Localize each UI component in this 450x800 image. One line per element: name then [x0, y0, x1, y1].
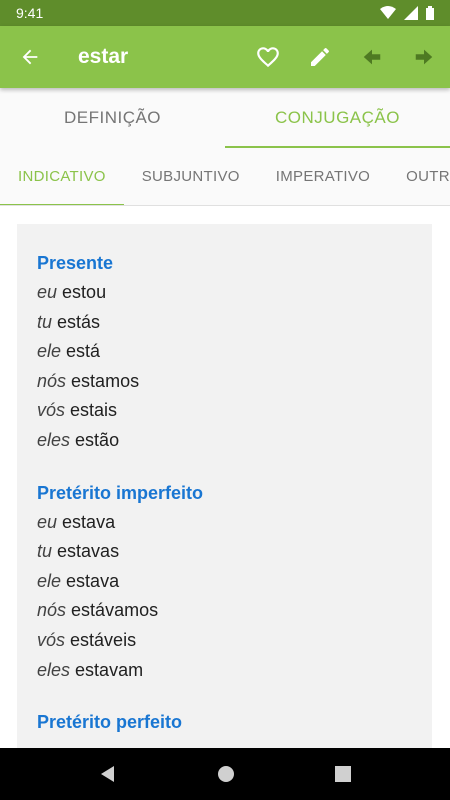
pronoun: tu	[37, 541, 53, 562]
previous-word-button[interactable]	[346, 26, 398, 88]
battery-icon	[426, 6, 434, 20]
mood-tabs: INDICATIVO SUBJUNTIVO IMPERATIVO OUTROS	[0, 148, 450, 206]
conjugation-content[interactable]: Presente eu estou tu estás ele está nós …	[0, 206, 450, 748]
pronoun: nós	[37, 600, 67, 621]
verb-form: estamos	[71, 370, 140, 391]
app-bar: estar	[0, 26, 450, 88]
verb-form: estáveis	[70, 629, 137, 650]
tense-title: Pretérito perfeito	[37, 712, 183, 733]
tab-outros[interactable]: OUTROS	[388, 148, 450, 205]
previous-arrow-icon	[363, 49, 381, 65]
conjugation-row: vós estais	[37, 396, 412, 426]
verb-form: estávamos	[71, 600, 159, 621]
system-navigation-bar	[0, 748, 450, 800]
favorite-button[interactable]	[242, 26, 294, 88]
tab-imperativo[interactable]: IMPERATIVO	[258, 148, 388, 205]
pronoun: eu	[37, 282, 58, 302]
conjugation-row: vós estáveis	[37, 626, 412, 656]
pencil-icon	[311, 47, 329, 66]
tab-indicativo[interactable]: INDICATIVO	[0, 148, 124, 205]
conjugation-row: eles estavam	[37, 656, 412, 686]
signal-icon	[404, 6, 418, 20]
tense-preterito-perfeito: Pretérito perfeito	[37, 707, 412, 737]
back-triangle-icon[interactable]	[99, 765, 117, 783]
conjugation-row: eu estou	[37, 278, 412, 308]
tense-preterito-imperfeito: Pretérito imperfeito eu estava tu estava…	[37, 478, 412, 686]
app-title: estar	[78, 45, 129, 68]
pronoun: tu	[37, 311, 53, 332]
conjugation-card: Presente eu estou tu estás ele está nós …	[17, 224, 432, 748]
pronoun: eu	[37, 511, 58, 532]
verb-form: estavas	[57, 541, 120, 562]
pronoun: eles	[37, 659, 71, 680]
edit-button[interactable]	[294, 26, 346, 88]
status-time: 9:41	[16, 5, 44, 21]
wifi-icon	[380, 6, 396, 19]
conjugation-row: ele está	[37, 337, 412, 367]
home-circle-icon[interactable]	[217, 765, 235, 783]
verb-form: estavam	[75, 659, 144, 680]
verb-form: estás	[57, 311, 101, 332]
heart-outline-icon	[257, 47, 279, 68]
tense-title: Presente	[37, 253, 114, 273]
tab-conjugacao[interactable]: CONJUGAÇÃO	[225, 88, 450, 148]
tab-definicao[interactable]: DEFINIÇÃO	[0, 88, 225, 148]
back-button[interactable]	[0, 46, 60, 68]
verb-form: estava	[62, 511, 116, 532]
next-arrow-icon	[415, 49, 433, 65]
status-icons	[380, 6, 434, 20]
conjugation-row: tu estás	[37, 308, 412, 338]
tense-presente: Presente eu estou tu estás ele está nós …	[37, 248, 412, 456]
conjugation-row: ele estava	[37, 567, 412, 597]
verb-form: estais	[70, 400, 118, 421]
conjugation-row: eu estava	[37, 508, 412, 538]
verb-form: está	[66, 341, 101, 362]
conjugation-row: tu estavas	[37, 537, 412, 567]
conjugation-row: eles estão	[37, 426, 412, 456]
recents-square-icon[interactable]	[335, 766, 351, 782]
pronoun: vós	[37, 400, 66, 421]
tab-subjuntivo[interactable]: SUBJUNTIVO	[124, 148, 258, 205]
verb-form: estou	[62, 282, 107, 302]
pronoun: vós	[37, 629, 66, 650]
arrow-left-icon	[22, 49, 38, 65]
pronoun: nós	[37, 370, 67, 391]
pronoun: ele	[37, 570, 62, 591]
next-word-button[interactable]	[398, 26, 450, 88]
pronoun: eles	[37, 429, 71, 450]
conjugation-row: nós estávamos	[37, 596, 412, 626]
status-bar: 9:41	[0, 0, 450, 26]
app-bar-actions	[242, 26, 450, 88]
tense-title: Pretérito imperfeito	[37, 482, 204, 503]
pronoun: ele	[37, 341, 62, 362]
verb-form: estava	[66, 570, 120, 591]
main-tabs: DEFINIÇÃO CONJUGAÇÃO	[0, 88, 450, 148]
verb-form: estão	[75, 429, 120, 450]
conjugation-row: nós estamos	[37, 367, 412, 397]
